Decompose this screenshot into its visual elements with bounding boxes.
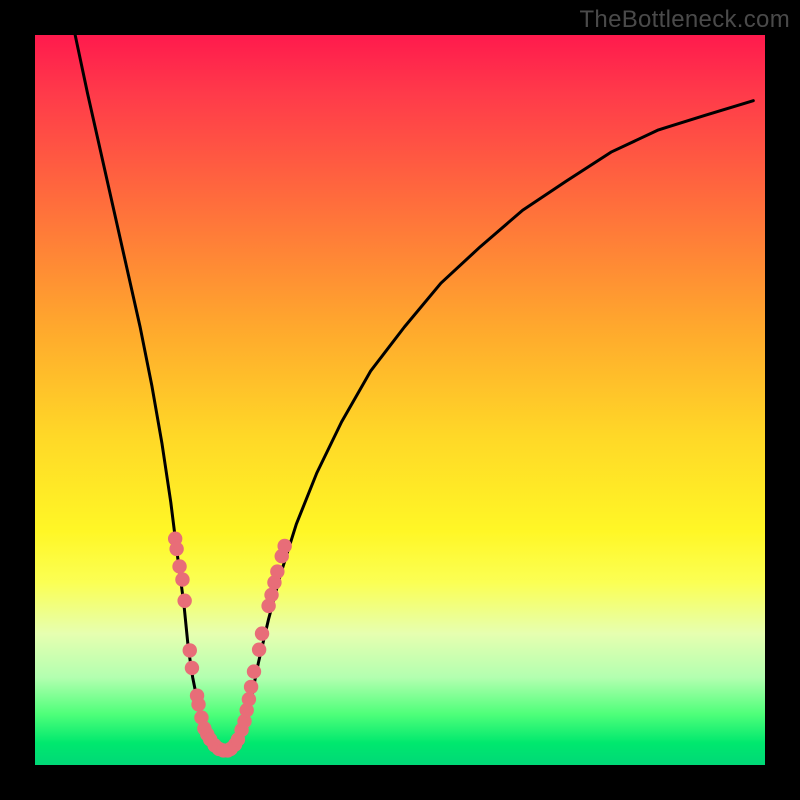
right-marker bbox=[270, 564, 284, 578]
left-marker bbox=[185, 661, 199, 675]
plot-area bbox=[35, 35, 765, 765]
right-marker bbox=[277, 539, 291, 553]
left-branch bbox=[75, 35, 226, 750]
right-marker bbox=[264, 588, 278, 602]
left-marker bbox=[191, 697, 205, 711]
right-marker bbox=[247, 664, 261, 678]
left-marker bbox=[177, 594, 191, 608]
watermark-text: TheBottleneck.com bbox=[579, 6, 790, 34]
left-marker bbox=[169, 542, 183, 556]
chart-svg bbox=[35, 35, 765, 765]
right-branch bbox=[226, 101, 753, 751]
right-marker bbox=[255, 626, 269, 640]
left-marker bbox=[183, 643, 197, 657]
right-marker bbox=[244, 680, 258, 694]
chart-frame: TheBottleneck.com bbox=[0, 0, 800, 800]
right-marker bbox=[252, 642, 266, 656]
left-marker bbox=[175, 572, 189, 586]
curve-layer bbox=[75, 35, 753, 750]
right-marker bbox=[242, 692, 256, 706]
left-marker bbox=[172, 559, 186, 573]
marker-layer bbox=[168, 532, 292, 758]
